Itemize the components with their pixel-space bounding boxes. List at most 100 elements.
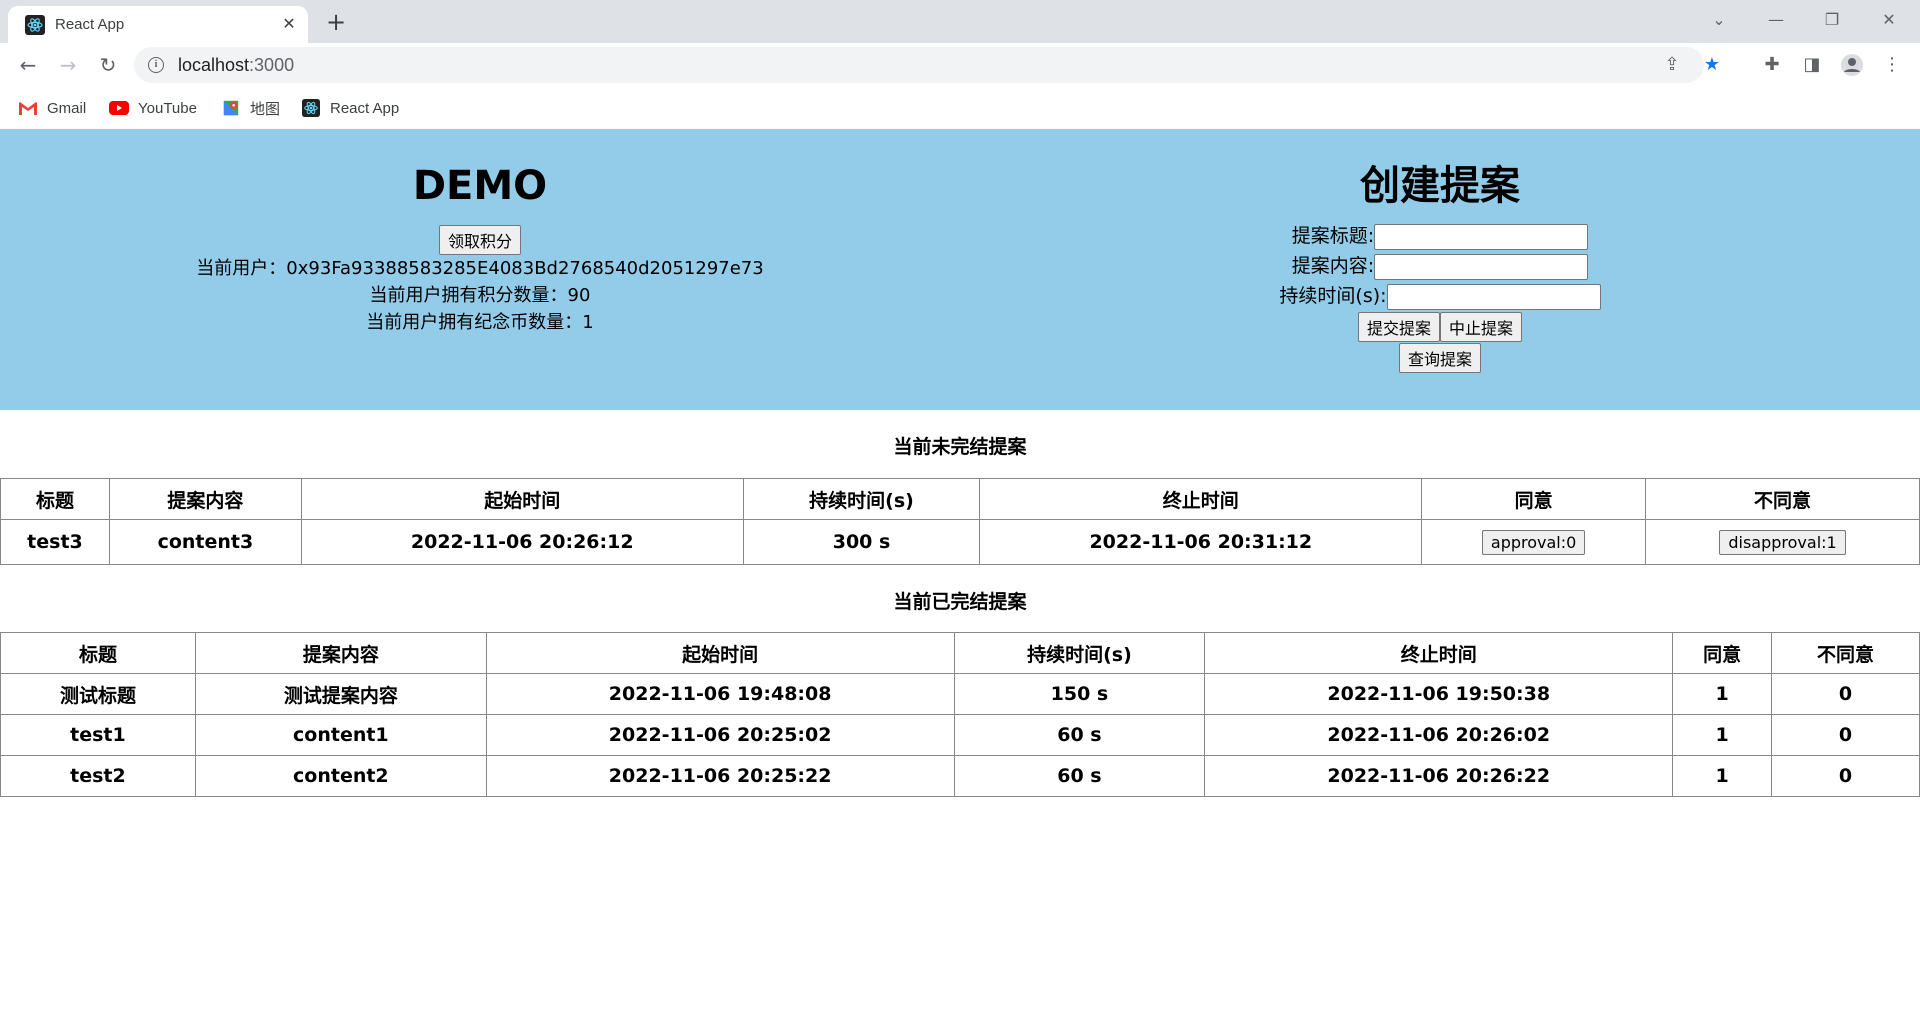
menu-icon[interactable]: ⋮ bbox=[1878, 51, 1906, 79]
browser-chrome: React App ✕ + ⌄ — ❐ ✕ ← → ↻ i localhost:… bbox=[0, 0, 1920, 130]
address-bar[interactable]: i localhost:3000 ⇪ ★ bbox=[134, 47, 1720, 83]
column-header: 终止时间 bbox=[979, 478, 1423, 520]
cell-title: test2 bbox=[0, 755, 196, 797]
proposal-title-input[interactable] bbox=[1374, 223, 1589, 250]
column-header: 同意 bbox=[1421, 478, 1647, 520]
cell-title: 测试标题 bbox=[0, 673, 196, 715]
cell-duration: 300 s bbox=[742, 519, 981, 565]
new-tab-icon[interactable]: + bbox=[322, 9, 350, 37]
table-row: test2 content2 2022-11-06 20:25:22 60 s … bbox=[0, 755, 1920, 797]
column-header: 持续时间(s) bbox=[953, 632, 1206, 674]
cell-end: 2022-11-06 20:26:22 bbox=[1204, 755, 1674, 797]
back-icon[interactable]: ← bbox=[14, 51, 42, 79]
cell-disapprove: 0 bbox=[1771, 755, 1920, 797]
react-icon bbox=[25, 15, 45, 35]
cell-disapprove: disapproval:1 bbox=[1645, 519, 1920, 565]
cell-content: content3 bbox=[108, 519, 302, 565]
reload-icon[interactable]: ↻ bbox=[94, 51, 122, 79]
gmail-icon bbox=[19, 102, 37, 115]
cell-title: test3 bbox=[0, 519, 110, 565]
url-text[interactable]: localhost:3000 bbox=[178, 55, 294, 76]
proposal-duration-input[interactable] bbox=[1386, 283, 1601, 310]
cell-end: 2022-11-06 20:26:02 bbox=[1204, 714, 1674, 756]
bookmark-youtube[interactable]: YouTube bbox=[109, 97, 197, 119]
ongoing-proposals-table: 标题 提案内容 起始时间 持续时间(s) 终止时间 同意 不同意 test3 c… bbox=[0, 478, 1920, 565]
cell-start: 2022-11-06 20:25:02 bbox=[485, 714, 955, 756]
column-header: 标题 bbox=[0, 632, 196, 674]
cell-content: 测试提案内容 bbox=[194, 673, 487, 715]
restore-icon[interactable]: ❐ bbox=[1817, 8, 1847, 32]
claim-points-button[interactable]: 领取积分 bbox=[438, 225, 521, 255]
query-proposal-button[interactable]: 查询提案 bbox=[1398, 343, 1481, 373]
profile-avatar-icon[interactable] bbox=[1838, 51, 1866, 79]
cell-duration: 60 s bbox=[953, 755, 1206, 797]
coins-text: 当前用户拥有纪念币数量：1 bbox=[366, 312, 594, 333]
react-icon bbox=[302, 99, 320, 117]
extensions-icon[interactable]: ✚ bbox=[1758, 51, 1786, 79]
close-window-icon[interactable]: ✕ bbox=[1874, 8, 1904, 32]
youtube-icon bbox=[109, 101, 129, 115]
finished-section-title: 当前已完结提案 bbox=[893, 591, 1027, 613]
cell-start: 2022-11-06 20:25:22 bbox=[485, 755, 955, 797]
bookmarks-bar: Gmail YouTube 地图 React App bbox=[0, 87, 1920, 130]
table-row: 测试标题 测试提案内容 2022-11-06 19:48:08 150 s 20… bbox=[0, 673, 1920, 715]
column-header: 持续时间(s) bbox=[742, 478, 981, 520]
bookmark-react-app[interactable]: React App bbox=[301, 97, 399, 119]
column-header: 不同意 bbox=[1645, 478, 1920, 520]
submit-proposal-button[interactable]: 提交提案 bbox=[1357, 312, 1440, 342]
demo-title: DEMO bbox=[412, 163, 548, 209]
cell-disapprove: 0 bbox=[1771, 673, 1920, 715]
user-panel: DEMO 领取积分 当前用户：0x93Fa93388583285E4083Bd2… bbox=[0, 129, 960, 336]
cell-start: 2022-11-06 20:26:12 bbox=[300, 519, 744, 565]
column-header: 不同意 bbox=[1771, 632, 1920, 674]
cell-disapprove: 0 bbox=[1771, 714, 1920, 756]
bookmark-maps[interactable]: 地图 bbox=[221, 97, 280, 119]
cell-duration: 60 s bbox=[953, 714, 1206, 756]
maps-icon bbox=[223, 100, 239, 116]
table-header-row: 标题 提案内容 起始时间 持续时间(s) 终止时间 同意 不同意 bbox=[0, 632, 1920, 674]
site-info-icon[interactable]: i bbox=[148, 57, 164, 73]
points-text: 当前用户拥有积分数量：90 bbox=[369, 285, 591, 306]
content-label: 提案内容: bbox=[1291, 255, 1375, 277]
cell-start: 2022-11-06 19:48:08 bbox=[485, 673, 955, 715]
column-header: 同意 bbox=[1672, 632, 1773, 674]
browser-toolbar: ← → ↻ i localhost:3000 ⇪ ★ ✚ ◨ ⋮ bbox=[0, 43, 1920, 87]
create-proposal-title: 创建提案 bbox=[1360, 163, 1520, 209]
column-header: 提案内容 bbox=[194, 632, 487, 674]
column-header: 起始时间 bbox=[300, 478, 744, 520]
cell-approve: 1 bbox=[1672, 755, 1773, 797]
cell-approve: 1 bbox=[1672, 673, 1773, 715]
tab-react-app[interactable]: React App ✕ bbox=[8, 6, 308, 43]
disapprove-button[interactable]: disapproval:1 bbox=[1719, 529, 1846, 555]
column-header: 起始时间 bbox=[485, 632, 955, 674]
cell-approve: approval:0 bbox=[1421, 519, 1647, 565]
bookmark-star-icon[interactable]: ★ bbox=[1672, 54, 1720, 76]
cell-approve: 1 bbox=[1672, 714, 1773, 756]
column-header: 终止时间 bbox=[1204, 632, 1674, 674]
bookmark-gmail[interactable]: Gmail bbox=[18, 97, 86, 119]
tab-title: React App bbox=[55, 16, 125, 33]
close-tab-icon[interactable]: ✕ bbox=[278, 13, 300, 35]
tab-strip: React App ✕ + ⌄ — ❐ ✕ bbox=[0, 0, 1920, 43]
side-panel-icon[interactable]: ◨ bbox=[1798, 51, 1826, 79]
app-header: DEMO 领取积分 当前用户：0x93Fa93388583285E4083Bd2… bbox=[0, 129, 1920, 410]
tab-search-icon[interactable]: ⌄ bbox=[1704, 8, 1734, 32]
column-header: 提案内容 bbox=[108, 478, 302, 520]
approve-button[interactable]: approval:0 bbox=[1481, 529, 1586, 555]
cell-content: content1 bbox=[194, 714, 487, 756]
cell-duration: 150 s bbox=[953, 673, 1206, 715]
cell-end: 2022-11-06 20:31:12 bbox=[979, 519, 1423, 565]
table-row: test3 content3 2022-11-06 20:26:12 300 s… bbox=[0, 519, 1920, 565]
proposal-content-input[interactable] bbox=[1374, 253, 1589, 280]
forward-icon[interactable]: → bbox=[54, 51, 82, 79]
stop-proposal-button[interactable]: 中止提案 bbox=[1440, 312, 1523, 342]
ongoing-section-title: 当前未完结提案 bbox=[893, 436, 1027, 458]
current-user-text: 当前用户：0x93Fa93388583285E4083Bd2768540d205… bbox=[196, 258, 764, 279]
column-header: 标题 bbox=[0, 478, 110, 520]
minimize-icon[interactable]: — bbox=[1761, 8, 1791, 32]
cell-end: 2022-11-06 19:50:38 bbox=[1204, 673, 1674, 715]
content-row: 提案内容: bbox=[960, 251, 1920, 281]
cell-title: test1 bbox=[0, 714, 196, 756]
title-label: 提案标题: bbox=[1291, 225, 1375, 247]
duration-row: 持续时间(s): bbox=[960, 281, 1920, 311]
